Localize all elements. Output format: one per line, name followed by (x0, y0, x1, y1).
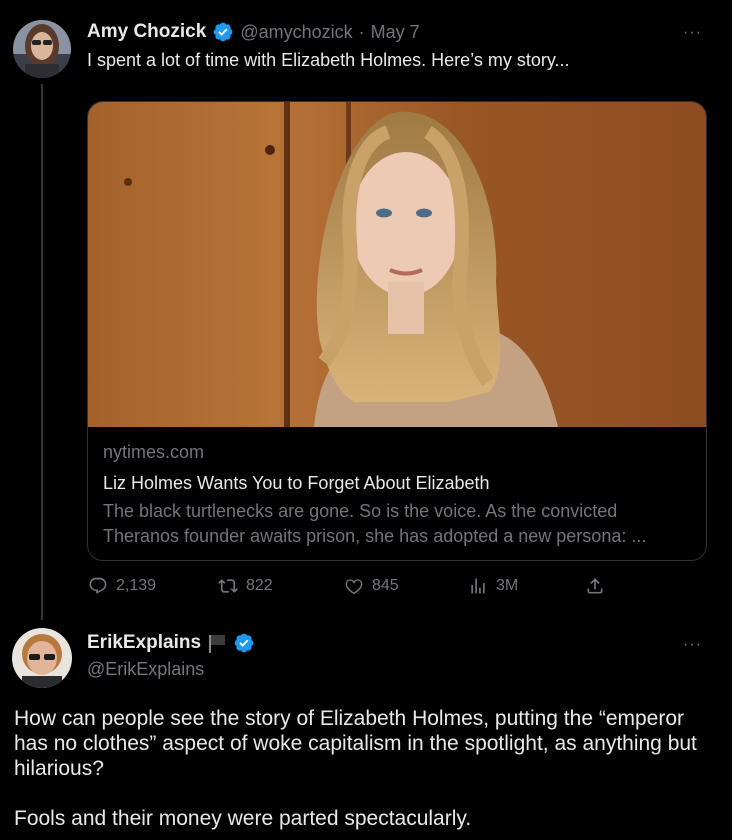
tweet-date[interactable]: May 7 (371, 22, 420, 43)
reply-icon (89, 577, 107, 594)
avatar-erikexplains[interactable] (12, 628, 72, 688)
views-button[interactable]: 3M (468, 576, 518, 596)
share-button[interactable] (585, 576, 605, 596)
retweet-button[interactable]: 822 (218, 576, 273, 596)
reply-button[interactable]: 2,139 (88, 576, 156, 596)
like-count: 845 (372, 577, 399, 594)
author-handle-2[interactable]: @ErikExplains (87, 659, 204, 680)
share-icon (587, 578, 603, 594)
thread-connector-line (41, 84, 43, 620)
separator-dot: · (358, 21, 365, 42)
retweet-icon (218, 579, 238, 593)
views-count: 3M (496, 577, 519, 594)
reply-count: 2,139 (116, 577, 157, 594)
author-handle[interactable]: @amychozick (240, 22, 352, 43)
heart-icon (345, 579, 363, 595)
like-button[interactable]: 845 (344, 576, 399, 596)
verified-badge-icon (233, 632, 255, 654)
link-preview-card[interactable]: nytimes.com Liz Holmes Wants You to Forg… (87, 101, 707, 561)
card-description: The black turtlenecks are gone. So is th… (103, 501, 647, 546)
card-title: Liz Holmes Wants You to Forget About Eli… (103, 473, 490, 493)
more-options-icon-2[interactable]: ··· (683, 636, 702, 654)
tweet-text: I spent a lot of time with Elizabeth Hol… (87, 50, 570, 70)
tweet-text-2: How can people see the story of Elizabet… (14, 707, 697, 830)
avatar-amy-chozick[interactable] (13, 20, 71, 78)
author-name[interactable]: Amy Chozick (87, 21, 206, 43)
card-domain: nytimes.com (103, 442, 205, 462)
retweet-count: 822 (246, 577, 273, 594)
views-chart-icon (471, 578, 485, 594)
verified-badge-icon (212, 21, 234, 43)
flag-icon (207, 632, 227, 654)
card-image (88, 102, 706, 427)
more-options-icon[interactable]: ··· (683, 24, 702, 42)
author-name-2[interactable]: ErikExplains (87, 632, 201, 654)
